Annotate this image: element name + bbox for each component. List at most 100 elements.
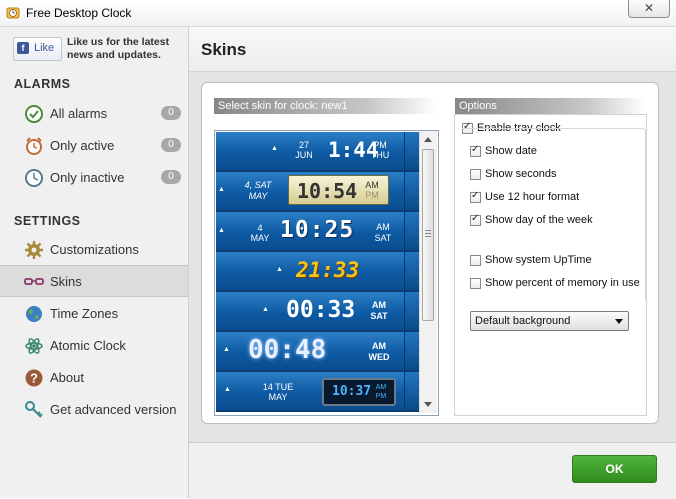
clock-icon bbox=[25, 169, 43, 187]
skin-day: PM bbox=[375, 393, 387, 400]
option-label: Show system UpTime bbox=[485, 254, 592, 266]
close-icon: ✕ bbox=[643, 1, 655, 15]
skin-date-bottom: MAY bbox=[250, 233, 270, 243]
window-title: Free Desktop Clock bbox=[26, 6, 132, 20]
skin-row-handle bbox=[404, 172, 419, 210]
option-label: Enable tray clock bbox=[477, 122, 561, 134]
atom-icon bbox=[25, 338, 43, 354]
glasses-icon bbox=[24, 278, 44, 285]
skin-item[interactable]: ▲ 21:33 bbox=[216, 252, 419, 292]
background-select[interactable]: Default background bbox=[470, 311, 629, 331]
key-icon bbox=[25, 401, 43, 418]
sidebar-item-time-zones[interactable]: Time Zones bbox=[0, 298, 188, 328]
skin-date-top: 4, SAT bbox=[244, 180, 272, 190]
scroll-down-icon[interactable] bbox=[424, 402, 432, 407]
skin-item[interactable]: ▲ 14 TUE MAY 10:37 AM PM bbox=[216, 372, 419, 412]
skin-day: THU bbox=[370, 150, 390, 160]
arrow-indicator: ▲ bbox=[218, 227, 225, 234]
skin-row-handle bbox=[404, 132, 419, 170]
facebook-like-button[interactable]: f Like bbox=[13, 37, 62, 61]
checkbox[interactable] bbox=[470, 169, 481, 180]
sidebar-item-label: Get advanced version bbox=[50, 402, 177, 417]
option-label: Show percent of memory in use bbox=[485, 277, 640, 289]
checkbox[interactable] bbox=[462, 121, 473, 134]
skin-ampm: PM bbox=[373, 140, 387, 150]
sidebar-item-label: Only active bbox=[50, 138, 115, 153]
lcd-panel: 10:37 AM PM bbox=[322, 378, 396, 406]
skin-date-bottom: MAY bbox=[248, 191, 268, 201]
close-button[interactable]: ✕ bbox=[628, 0, 670, 18]
checkbox[interactable] bbox=[470, 144, 481, 157]
sidebar-item-label: Only inactive bbox=[50, 170, 125, 185]
sidebar-item-label: Skins bbox=[50, 274, 82, 289]
sidebar-item-label: All alarms bbox=[50, 106, 108, 121]
sidebar-item-label: Time Zones bbox=[50, 306, 119, 321]
skin-item[interactable]: ▲ 27 JUN 1:44 PM THU bbox=[216, 132, 419, 172]
skin-ampm: AM bbox=[376, 222, 390, 232]
arrow-indicator: ▲ bbox=[271, 145, 278, 152]
option-label: Use 12 hour format bbox=[485, 191, 580, 203]
page-title: Skins bbox=[201, 40, 247, 59]
skin-list[interactable]: ▲ 27 JUN 1:44 PM THU ▲ 4, SAT MAY 10:54 … bbox=[214, 130, 439, 416]
skin-row-handle bbox=[404, 292, 419, 330]
skin-item[interactable]: ▲ 00:33 AM SAT bbox=[216, 292, 419, 332]
globe-icon bbox=[26, 306, 42, 322]
svg-text:?: ? bbox=[30, 371, 38, 386]
sidebar-item-atomic-clock[interactable]: Atomic Clock bbox=[0, 330, 188, 360]
facebook-like-box: f Like Like us for the latest news and u… bbox=[10, 33, 185, 65]
arrow-indicator: ▲ bbox=[218, 186, 225, 193]
checkbox[interactable] bbox=[470, 278, 481, 289]
sidebar-item-only-active[interactable]: Only active 0 bbox=[0, 130, 188, 160]
skin-date-bottom: MAY bbox=[268, 392, 288, 402]
option-label: Show seconds bbox=[485, 168, 557, 180]
skin-row-handle bbox=[404, 332, 419, 370]
skin-select-label: Select skin for clock: new1 bbox=[214, 98, 436, 114]
skin-time: 10:54 bbox=[297, 179, 358, 203]
scroll-thumb[interactable] bbox=[422, 149, 434, 321]
count-badge: 0 bbox=[161, 106, 181, 120]
skin-ampm: AM bbox=[372, 300, 386, 310]
skin-row-handle bbox=[404, 212, 419, 250]
skin-row-handle bbox=[404, 252, 419, 290]
skin-date-top: 14 TUE bbox=[262, 382, 294, 392]
skin-time: 10:37 bbox=[332, 384, 372, 399]
skin-item[interactable]: ▲ 4, SAT MAY 10:54 AM PM bbox=[216, 172, 419, 212]
sidebar-item-all-alarms[interactable]: All alarms 0 bbox=[0, 98, 188, 128]
sidebar-item-label: Atomic Clock bbox=[50, 338, 126, 353]
skin-time: 21:33 bbox=[296, 258, 360, 282]
skin-day: SAT bbox=[370, 311, 388, 321]
ok-button[interactable]: OK bbox=[572, 455, 657, 483]
skin-item[interactable]: ▲ 4 MAY 10:25 AM SAT bbox=[216, 212, 419, 252]
lcd-panel: 10:54 AM PM bbox=[288, 175, 389, 205]
checkbox[interactable] bbox=[470, 190, 481, 203]
skin-ampm: AM bbox=[365, 180, 379, 190]
skin-time: 10:25 bbox=[280, 217, 355, 243]
sidebar-item-skins[interactable]: Skins bbox=[0, 265, 188, 297]
question-icon: ? bbox=[25, 369, 43, 387]
alarm-clock-icon bbox=[26, 137, 42, 155]
skin-date-top: 27 bbox=[298, 140, 309, 150]
chevron-down-icon bbox=[615, 319, 623, 324]
skin-item[interactable]: ▲ 00:48 AM WED bbox=[216, 332, 419, 372]
clock-check-icon bbox=[25, 105, 43, 123]
checkbox[interactable] bbox=[470, 213, 481, 226]
sidebar-item-only-inactive[interactable]: Only inactive 0 bbox=[0, 162, 188, 192]
skin-date-top: 4 bbox=[257, 223, 263, 233]
checkbox[interactable] bbox=[470, 255, 481, 266]
sidebar-item-get-advanced[interactable]: Get advanced version bbox=[0, 394, 188, 424]
count-badge: 0 bbox=[161, 138, 181, 152]
sidebar-item-customizations[interactable]: Customizations bbox=[0, 234, 188, 264]
skin-day: PM bbox=[365, 190, 379, 200]
page-header: Skins bbox=[189, 27, 676, 72]
facebook-icon: f bbox=[17, 42, 29, 54]
skin-day: WED bbox=[368, 352, 390, 362]
scroll-up-icon[interactable] bbox=[424, 137, 432, 142]
skin-day: SAT bbox=[374, 233, 392, 243]
skin-list-scrollbar[interactable] bbox=[419, 131, 437, 413]
sidebar-item-about[interactable]: ? About bbox=[0, 362, 188, 392]
alarms-heading: ALARMS bbox=[14, 77, 71, 91]
app-icon bbox=[6, 7, 20, 19]
arrow-indicator: ▲ bbox=[224, 386, 231, 393]
like-label: Like bbox=[34, 42, 55, 54]
arrow-indicator: ▲ bbox=[262, 306, 269, 313]
